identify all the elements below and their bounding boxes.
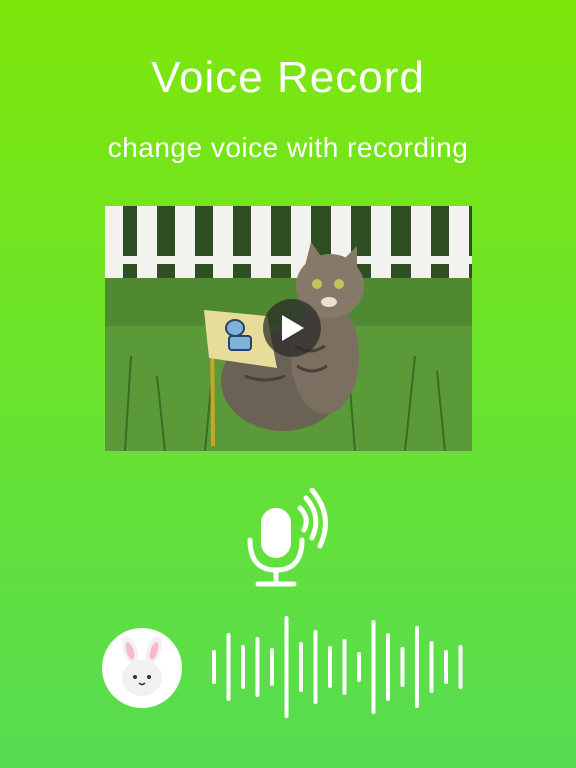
bunny-avatar[interactable] xyxy=(102,628,182,708)
play-icon xyxy=(282,315,304,341)
waveform-icon xyxy=(212,616,463,718)
microphone-icon xyxy=(247,488,328,587)
video-player[interactable] xyxy=(105,206,472,451)
bunny-icon xyxy=(122,636,162,696)
page-title: Voice Record xyxy=(151,53,425,102)
play-button[interactable] xyxy=(263,299,321,357)
page-subtitle: change voice with recording xyxy=(107,132,469,163)
